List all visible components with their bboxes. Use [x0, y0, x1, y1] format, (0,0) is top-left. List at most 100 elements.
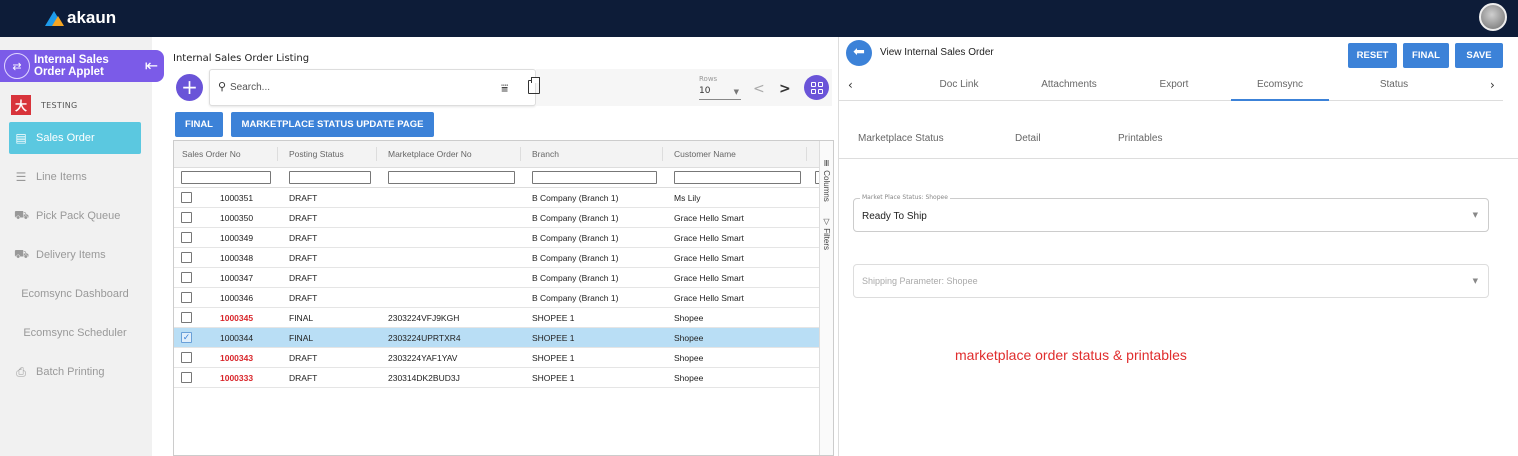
final-detail-button[interactable]: FINAL: [1403, 43, 1449, 68]
add-button[interactable]: +: [176, 74, 203, 101]
search-input[interactable]: [230, 79, 490, 95]
row-checkbox[interactable]: [181, 192, 192, 203]
grid-view-button[interactable]: [804, 75, 829, 100]
table-row[interactable]: 1000351 DRAFT B Company (Branch 1) Ms Lily: [174, 188, 819, 208]
marketplace-status-select[interactable]: Market Place Status: Shopee Ready To Shi…: [853, 194, 1489, 232]
subtab-printables[interactable]: Printables: [1118, 133, 1162, 144]
tab-doc-link[interactable]: Doc Link: [909, 79, 1009, 90]
filter-customer-name[interactable]: [674, 171, 801, 184]
row-checkbox[interactable]: [181, 212, 192, 223]
org-label: TESTING: [41, 100, 78, 110]
cell-status: DRAFT: [289, 273, 318, 283]
final-button[interactable]: FINAL: [175, 112, 223, 137]
sales-order-table: Sales Order No Posting Status Marketplac…: [173, 140, 834, 456]
truck-icon: ⛟: [14, 247, 30, 261]
applet-icon: ⇄: [4, 53, 30, 79]
cell-status: FINAL: [289, 313, 314, 323]
cell-so: 1000346: [220, 293, 254, 303]
detail-tabs: ‹ Doc Link Attachments Export Ecomsync S…: [839, 71, 1503, 101]
column-header-sales-order-no[interactable]: Sales Order No: [182, 149, 241, 159]
applet-header[interactable]: ⇄ Internal Sales Order Applet ⇤: [0, 50, 164, 82]
sidebar-item-label: Line Items: [36, 171, 87, 183]
sidebar-item-ecomsync-dashboard[interactable]: Ecomsync Dashboard: [9, 278, 141, 310]
collapse-menu-icon[interactable]: ⇤: [145, 56, 158, 75]
filter-posting-status[interactable]: [289, 171, 371, 184]
table-row[interactable]: 1000333 DRAFT 230314DK2BUD3J SHOPEE 1 Shopee: [174, 368, 819, 388]
printer-icon: ⎙: [16, 364, 26, 379]
cell-status: DRAFT: [289, 233, 318, 243]
cell-customer: Grace Hello Smart: [674, 293, 744, 303]
table-row[interactable]: 1000343 DRAFT 2303224YAF1YAV SHOPEE 1 Shopee: [174, 348, 819, 368]
column-header-customer-name[interactable]: Customer Name: [674, 149, 736, 159]
row-checkbox[interactable]: [181, 292, 192, 303]
table-row[interactable]: 1000348 DRAFT B Company (Branch 1) Grace He…: [174, 248, 819, 268]
cell-status: DRAFT: [289, 193, 318, 203]
table-row[interactable]: ✓ 1000344 FINAL 2303224UPRTXR4 SHOPEE 1 Shope…: [174, 328, 819, 348]
sidebar-item-delivery-items[interactable]: ⛟ Delivery Items: [9, 239, 141, 271]
row-checkbox[interactable]: [181, 352, 192, 363]
tab-export[interactable]: Export: [1124, 79, 1224, 90]
back-button[interactable]: ⬅: [846, 40, 872, 66]
sidebar-item-batch-printing[interactable]: ⎙ Batch Printing: [9, 356, 141, 388]
filter-marketplace-order-no[interactable]: [388, 171, 515, 184]
document-icon: ▤: [15, 131, 27, 145]
row-checkbox[interactable]: [181, 232, 192, 243]
table-row[interactable]: 1000345 FINAL 2303224VFJ9KGH SHOPEE 1 Shopee: [174, 308, 819, 328]
sidebar: ⇄ Internal Sales Order Applet ⇤ 大 TESTIN…: [0, 37, 164, 456]
table-row[interactable]: 1000350 DRAFT B Company (Branch 1) Grace He…: [174, 208, 819, 228]
sidebar-item-sales-order[interactable]: ▤ Sales Order: [9, 122, 141, 154]
shipping-parameter-select[interactable]: Shipping Parameter: Shopee ▼: [853, 264, 1489, 298]
row-checkbox[interactable]: [181, 252, 192, 263]
cell-mp: 2303224UPRTXR4: [388, 333, 461, 343]
rows-per-page-select[interactable]: 10 ▼: [699, 86, 741, 100]
active-tab-indicator: [1231, 99, 1329, 101]
akaun-logo[interactable]: akaun: [45, 6, 116, 30]
shipping-parameter-placeholder: Shipping Parameter: Shopee: [862, 276, 978, 286]
sidebar-item-ecomsync-scheduler[interactable]: Ecomsync Scheduler: [9, 317, 141, 349]
tab-scroll-left-icon[interactable]: ‹: [848, 78, 853, 92]
column-header-posting-status[interactable]: Posting Status: [289, 149, 344, 159]
marketplace-status-update-button[interactable]: MARKETPLACE STATUS UPDATE PAGE: [231, 112, 434, 137]
row-checkbox[interactable]: ✓: [181, 332, 192, 343]
next-page-button[interactable]: >: [779, 81, 791, 97]
clipboard-icon[interactable]: [528, 77, 540, 94]
row-checkbox[interactable]: [181, 272, 192, 283]
filter-branch[interactable]: [532, 171, 657, 184]
subtab-marketplace-status[interactable]: Marketplace Status: [858, 133, 944, 144]
tab-status[interactable]: Status: [1344, 79, 1444, 90]
table-row[interactable]: 1000347 DRAFT B Company (Branch 1) Grace He…: [174, 268, 819, 288]
reset-button[interactable]: RESET: [1348, 43, 1397, 68]
tab-ecomsync[interactable]: Ecomsync: [1230, 79, 1330, 90]
columns-tab[interactable]: Ⅲ Columns: [822, 159, 831, 202]
chevron-down-icon: ▼: [733, 88, 739, 96]
top-bar: akaun: [0, 0, 1518, 37]
row-checkbox[interactable]: [181, 372, 192, 383]
org-selector[interactable]: 大 TESTING: [11, 95, 78, 115]
avatar[interactable]: [1479, 3, 1507, 31]
filter-sales-order-no[interactable]: [181, 171, 271, 184]
logo-icon: [45, 10, 64, 26]
tab-attachments[interactable]: Attachments: [1019, 79, 1119, 90]
cell-customer: Shopee: [674, 313, 704, 323]
sidebar-item-label: Pick Pack Queue: [36, 210, 121, 222]
sidebar-item-line-items[interactable]: ☰ Line Items: [9, 161, 141, 193]
list-icon: ☰: [15, 170, 27, 184]
cell-customer: Ms Lily: [674, 193, 701, 203]
tab-scroll-right-icon[interactable]: ›: [1490, 78, 1495, 92]
cell-so: 1000349: [220, 233, 254, 243]
table-row[interactable]: 1000346 DRAFT B Company (Branch 1) Grace He…: [174, 288, 819, 308]
previous-page-button[interactable]: <: [753, 81, 765, 97]
column-header-branch[interactable]: Branch: [532, 149, 559, 159]
table-row[interactable]: 1000349 DRAFT B Company (Branch 1) Grace He…: [174, 228, 819, 248]
filter-icon[interactable]: ⩸: [501, 81, 508, 96]
column-header-marketplace-order-no[interactable]: Marketplace Order No: [388, 149, 472, 159]
cell-branch: B Company (Branch 1): [532, 293, 619, 303]
subtab-detail[interactable]: Detail: [1015, 133, 1041, 144]
cell-branch: SHOPEE 1: [532, 313, 575, 323]
cell-so: 1000333: [220, 373, 254, 383]
sidebar-item-pick-pack-queue[interactable]: ⛟ Pick Pack Queue: [9, 200, 141, 232]
cell-so: 1000348: [220, 253, 254, 263]
save-button[interactable]: SAVE: [1455, 43, 1503, 68]
filters-tab[interactable]: ▽ Filters: [822, 217, 831, 250]
row-checkbox[interactable]: [181, 312, 192, 323]
